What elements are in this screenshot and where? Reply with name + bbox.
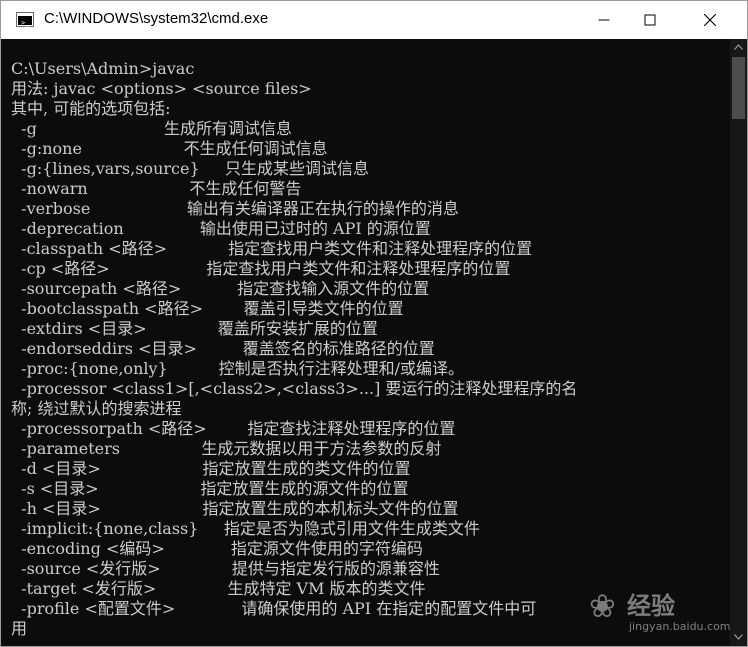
- cmd-icon-screen: >_: [18, 16, 32, 27]
- console-line: -proc:{none,only} 控制是否执行注释处理和/或编译。: [11, 359, 464, 378]
- window-title: C:\WINDOWS\system32\cmd.exe: [44, 10, 269, 27]
- console-line: 用: [11, 619, 28, 638]
- console-line: -verbose 输出有关编译器正在执行的操作的消息: [11, 199, 459, 218]
- console-line: -source <发行版> 提供与指定发行版的源兼容性: [11, 559, 440, 578]
- console-line: 用法: javac <options> <source files>: [11, 79, 312, 98]
- minimize-button[interactable]: [581, 1, 627, 39]
- console-line: -implicit:{none,class} 指定是否为隐式引用文件生成类文件: [11, 519, 480, 538]
- close-button[interactable]: [673, 1, 747, 39]
- console-line: -parameters 生成元数据以用于方法参数的反射: [11, 439, 442, 458]
- console-lines: C:\Users\Admin>javac 用法: javac <options> …: [11, 59, 577, 639]
- scrollbar-thumb[interactable]: [732, 57, 745, 119]
- watermark-url: jingyan.baidu.com: [629, 620, 731, 633]
- baidu-paw-logo-icon: ❀: [589, 587, 616, 625]
- console-line: -processor <class1>[,<class2>,<class3>..…: [11, 379, 578, 398]
- console-output[interactable]: C:\Users\Admin>javac 用法: javac <options> …: [1, 39, 747, 646]
- console-line: -deprecation 输出使用已过时的 API 的源位置: [11, 219, 431, 238]
- title-bar[interactable]: >_ C:\WINDOWS\system32\cmd.exe: [1, 1, 747, 39]
- console-line: 称; 绕过默认的搜索进程: [11, 399, 182, 418]
- maximize-button[interactable]: [627, 1, 673, 39]
- console-line: -extdirs <目录> 覆盖所安装扩展的位置: [11, 319, 378, 338]
- cmd-icon-prompt: >_: [21, 19, 30, 27]
- console-line: -d <目录> 指定放置生成的类文件的位置: [11, 459, 411, 478]
- console-line: -sourcepath <路径> 指定查找输入源文件的位置: [11, 279, 430, 298]
- console-line: -nowarn 不生成任何警告: [11, 179, 302, 198]
- console-line: -target <发行版> 生成特定 VM 版本的类文件: [11, 579, 426, 598]
- scroll-up-arrow-icon: [734, 44, 743, 50]
- console-line: -classpath <路径> 指定查找用户类文件和注释处理程序的位置: [11, 239, 533, 258]
- maximize-icon: [644, 14, 656, 26]
- console-line: -cp <路径> 指定查找用户类文件和注释处理程序的位置: [11, 259, 511, 278]
- console-line: -encoding <编码> 指定源文件使用的字符编码: [11, 539, 423, 558]
- console-line: -bootclasspath <路径> 覆盖引导类文件的位置: [11, 299, 404, 318]
- vertical-scrollbar[interactable]: [730, 39, 747, 646]
- console-line: -profile <配置文件> 请确保使用的 API 在指定的配置文件中可: [11, 599, 537, 618]
- console-line: -processorpath <路径> 指定查找注释处理程序的位置: [11, 419, 456, 438]
- console-line: 其中, 可能的选项包括:: [11, 99, 171, 118]
- console-line: -g:{lines,vars,source} 只生成某些调试信息: [11, 159, 370, 178]
- console-line: -endorseddirs <目录> 覆盖签名的标准路径的位置: [11, 339, 435, 358]
- minimize-icon: [598, 19, 610, 21]
- scroll-up-button[interactable]: [730, 39, 747, 56]
- console-line: -s <目录> 指定放置生成的源文件的位置: [11, 479, 409, 498]
- console-line: C:\Users\Admin>javac: [11, 59, 195, 78]
- console-line: -h <目录> 指定放置生成的本机标头文件的位置: [11, 499, 459, 518]
- console-line: -g:none 不生成任何调试信息: [11, 139, 328, 158]
- cmd-icon[interactable]: >_: [16, 12, 34, 27]
- console-line: -g 生成所有调试信息: [11, 119, 292, 138]
- baidu-jingyan-watermark: ❀ 经验 jingyan.baidu.com: [589, 588, 739, 636]
- watermark-text: 经验: [627, 592, 675, 620]
- cmd-window: >_ C:\WINDOWS\system32\cmd.exe C:\Users\…: [0, 0, 748, 647]
- close-icon: [704, 14, 716, 26]
